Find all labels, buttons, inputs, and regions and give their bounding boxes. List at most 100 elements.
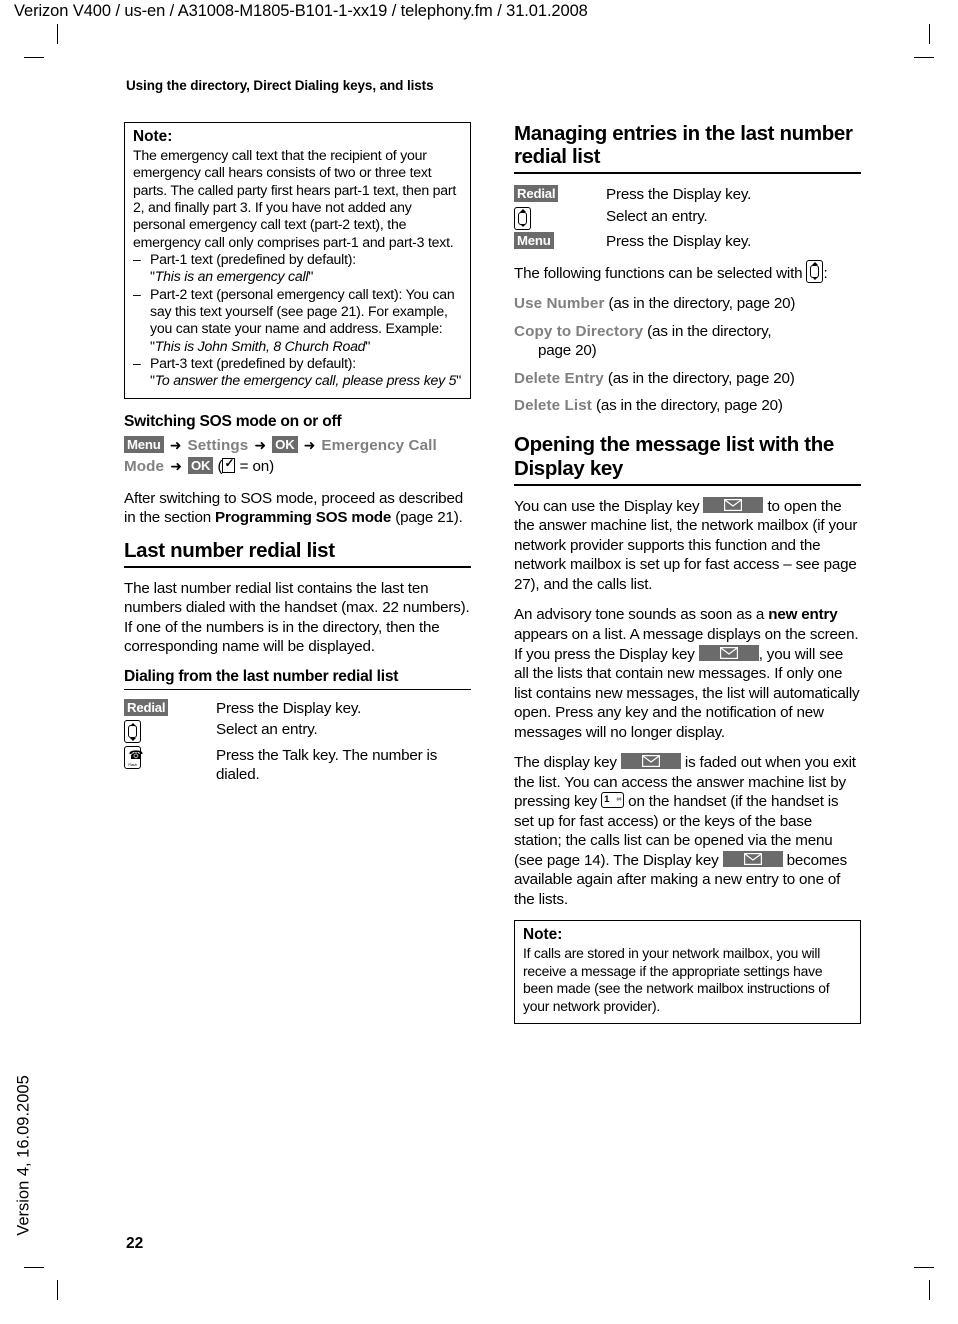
heading-dialing-from-redial-list: Dialing from the last number redial list: [124, 667, 399, 685]
dash-bullet: –: [133, 354, 141, 371]
list-item-lead: Part-2 text (personal emergency call tex…: [150, 285, 455, 337]
heading-rule: [124, 688, 471, 690]
text-bold-programming-sos: Programming SOS mode: [215, 509, 392, 527]
navigation-key-icon[interactable]: [124, 720, 141, 744]
talk-key-sublabel: Flash: [128, 763, 137, 768]
instruction-text: Press the Display key.: [606, 233, 752, 251]
menu-key-badge[interactable]: Menu: [124, 435, 164, 453]
number-key-digit: 1: [604, 794, 610, 806]
list-item-italic: This is an emergency call: [154, 268, 309, 285]
text-bold-new-entry: new entry: [768, 606, 838, 624]
quote-close: ": [308, 268, 314, 285]
paragraph-advisory-tone: An advisory tone sounds as soon as a new…: [514, 605, 861, 742]
instruction-list-managing: Redial Press the Display key. Select an …: [514, 185, 861, 251]
instruction-text: Press the Talk key. The number is dialed…: [216, 746, 438, 784]
right-column: Managing entries in the last number redi…: [514, 122, 861, 1038]
instruction-row: Redial Press the Display key.: [514, 185, 861, 204]
left-column: Note: The emergency call text that the r…: [124, 122, 471, 793]
text-pre: The following functions can be selected …: [514, 264, 807, 282]
note-paragraph: If calls are stored in your network mail…: [523, 945, 830, 1014]
list-item-text: Part-2 text (personal emergency call tex…: [150, 286, 462, 355]
paragraph-display-key-usage: You can use the Display key to open the …: [514, 496, 861, 595]
instruction-key: Redial: [514, 185, 606, 204]
list-item-text: Part-3 text (predefined by default): "To …: [150, 355, 462, 390]
envelope-icon: [743, 852, 762, 865]
envelope-icon: [719, 646, 738, 659]
page-number: 22: [126, 1235, 144, 1252]
dash-bullet: –: [133, 250, 141, 267]
envelope-key-badge[interactable]: [698, 644, 759, 661]
envelope-key-badge[interactable]: [722, 850, 783, 867]
dash-bullet: –: [133, 285, 141, 302]
menu-key-badge[interactable]: Menu: [514, 232, 554, 250]
instruction-row: Redial Press the Display key.: [124, 698, 471, 718]
arrow-icon: ➜: [169, 436, 182, 453]
paragraph-display-key-faded: The display key is faded out when you ex…: [514, 753, 861, 909]
talk-key-icon[interactable]: ☎ Flash: [124, 745, 144, 769]
instruction-key: [514, 206, 606, 230]
envelope-icon: [724, 498, 743, 511]
heading-opening-message-list: Opening the message list with the Displa…: [514, 433, 834, 480]
ok-key-badge[interactable]: OK: [272, 435, 298, 453]
heading-rule: [514, 172, 861, 175]
menu-item-settings[interactable]: Settings: [188, 437, 249, 454]
function-list-item: Use Number (as in the directory, page 20…: [514, 294, 861, 313]
list-item-italic: To answer the emergency call, please pre…: [154, 372, 457, 389]
note-title: Note:: [133, 128, 173, 145]
note-dash-list: – Part-1 text (predefined by default): "T…: [133, 251, 462, 390]
instruction-key: ☎ Flash: [124, 745, 216, 785]
text-post: (page 21).: [391, 509, 463, 527]
function-reference: (as in the directory, page 20): [591, 397, 783, 415]
instruction-text: Press the Display key.: [216, 699, 362, 717]
redial-key-badge[interactable]: Redial: [124, 698, 169, 716]
note-title: Note:: [523, 926, 563, 944]
function-name[interactable]: Use Number: [514, 295, 604, 312]
instruction-key: [124, 720, 216, 744]
instruction-row: Menu Press the Display key.: [514, 232, 861, 251]
document-page: Verizon V400 / us-en / A31008-M1805-B101…: [0, 0, 958, 1324]
crop-mark-top-right-vertical: [929, 24, 930, 44]
instruction-row: Select an entry.: [124, 720, 471, 744]
handset-glyph: ☎: [128, 747, 144, 762]
instruction-row: ☎ Flash Press the Talk key. The number i…: [124, 745, 471, 785]
voicemail-mark-icon: ∞: [616, 796, 622, 804]
function-list-item: Copy to Directory (as in the directory, p…: [514, 322, 861, 361]
running-head: Verizon V400 / us-en / A31008-M1805-B101…: [14, 2, 588, 20]
arrow-down-icon: [811, 277, 818, 281]
number-key-1-icon[interactable]: 1 ∞: [601, 792, 625, 809]
redial-key-badge[interactable]: Redial: [514, 185, 559, 203]
crop-mark-bottom-left-vertical: [57, 1280, 58, 1300]
paragraph-sos-after-switching: After switching to SOS mode, proceed as …: [124, 489, 471, 528]
list-item: – Part-1 text (predefined by default): "T…: [133, 251, 462, 286]
function-name[interactable]: Copy to Directory: [514, 323, 643, 340]
list-item: – Part-2 text (personal emergency call t…: [133, 286, 462, 355]
envelope-key-badge[interactable]: [620, 753, 681, 770]
paragraph-functions-intro: The following functions can be selected …: [514, 259, 861, 284]
navigation-key-icon[interactable]: [514, 206, 531, 230]
arrow-icon: ➜: [303, 436, 316, 453]
note-box-emergency-text: Note: The emergency call text that the r…: [124, 122, 471, 399]
list-item: – Part-3 text (predefined by default): "T…: [133, 355, 462, 390]
instruction-text: Select an entry.: [606, 207, 708, 225]
ok-key-badge[interactable]: OK: [187, 456, 214, 474]
function-name[interactable]: Delete List: [514, 397, 592, 414]
envelope-icon: [641, 755, 660, 768]
instruction-row: Select an entry.: [514, 206, 861, 230]
heading-rule: [514, 483, 861, 486]
paragraph-redial-list: The last number redial list contains the…: [124, 579, 470, 656]
arrow-down-icon: [519, 224, 526, 228]
list-item-lead: Part-3 text (predefined by default):: [150, 354, 356, 371]
navigation-key-icon[interactable]: [806, 259, 824, 283]
function-reference: (as in the directory,: [643, 322, 772, 340]
crop-mark-bottom-right-horizontal: [914, 1267, 934, 1268]
note-box-network-mailbox: Note: If calls are stored in your networ…: [514, 920, 861, 1025]
list-item-text: Part-1 text (predefined by default): "Thi…: [150, 251, 462, 286]
heading-switching-sos-mode: Switching SOS mode on or off: [124, 412, 342, 430]
envelope-key-badge[interactable]: [703, 496, 764, 513]
text-post: :: [823, 264, 828, 282]
nav-key-inner-shape: [518, 211, 527, 225]
instruction-key: Menu: [514, 232, 606, 251]
function-list-item: Delete List (as in the directory, page 2…: [514, 396, 861, 415]
function-reference: (as in the directory, page 20): [604, 295, 796, 313]
function-name[interactable]: Delete Entry: [514, 370, 604, 387]
